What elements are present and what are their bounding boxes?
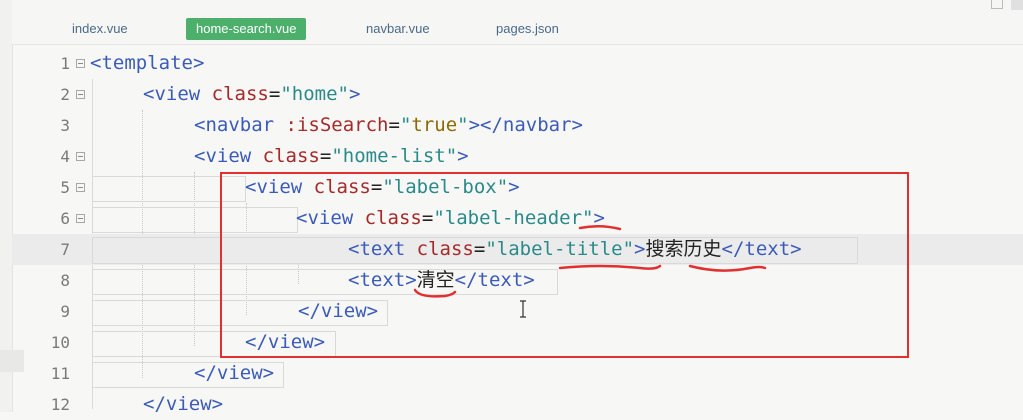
underline-search-history [688, 264, 767, 272]
underline-label-title [558, 264, 662, 270]
underline-label-header [578, 225, 622, 231]
underline-clear [413, 288, 457, 298]
text-cursor-icon [520, 300, 526, 318]
annotation-underlines [413, 225, 767, 298]
